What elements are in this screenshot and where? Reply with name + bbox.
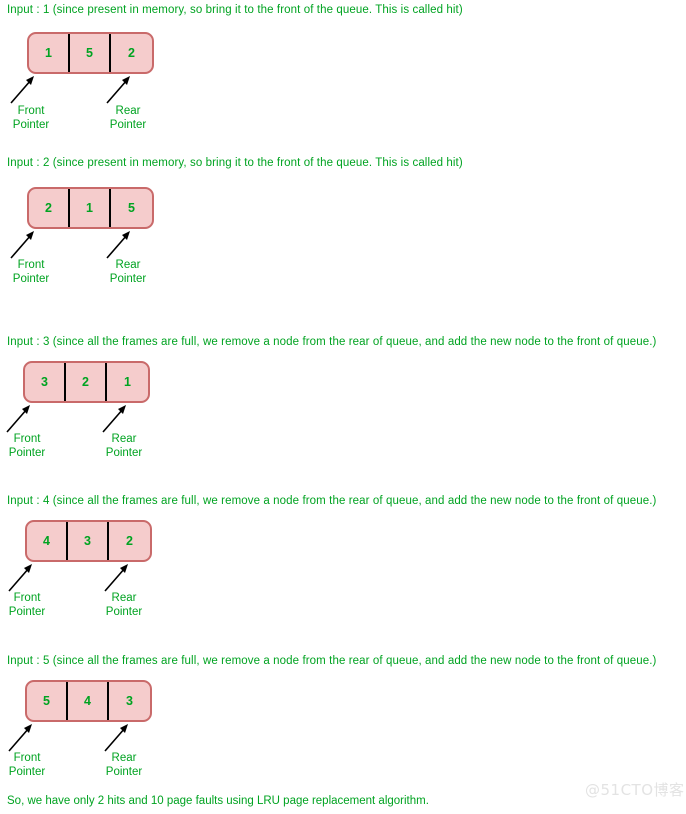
front-pointer-arrow: [6, 722, 36, 752]
rear-pointer-arrow: [102, 722, 132, 752]
step-caption-5: Input : 5 (since all the frames are full…: [7, 655, 657, 667]
rear-pointer-arrow: [100, 403, 130, 433]
queue-cell: 1: [29, 34, 70, 72]
rear-pointer-label: Rear Pointer: [99, 751, 149, 779]
rear-pointer-label-line2: Pointer: [105, 606, 143, 618]
rear-pointer-label: Rear Pointer: [99, 591, 149, 619]
front-pointer-label: Front Pointer: [6, 258, 56, 286]
queue-box-5: 5 4 3: [25, 680, 152, 722]
queue-cell: 2: [66, 363, 107, 401]
rear-pointer-label-line2: Pointer: [109, 119, 147, 131]
queue-cell: 4: [68, 682, 109, 720]
front-pointer-label-line1: Front: [17, 259, 45, 271]
step-caption-3: Input : 3 (since all the frames are full…: [7, 336, 657, 348]
queue-cell: 3: [126, 694, 133, 708]
rear-pointer-label-line1: Rear: [111, 592, 137, 604]
watermark-text: @51CTO博客: [585, 781, 685, 799]
queue-box-4: 4 3 2: [25, 520, 152, 562]
step-caption-4: Input : 4 (since all the frames are full…: [7, 495, 657, 507]
front-pointer-label-line1: Front: [13, 752, 41, 764]
queue-cell: 1: [124, 375, 131, 389]
front-pointer-arrow: [8, 74, 38, 104]
rear-pointer-label-line1: Rear: [115, 105, 141, 117]
rear-pointer-arrow: [104, 74, 134, 104]
queue-cell: 5: [128, 201, 135, 215]
rear-pointer-label-line1: Rear: [111, 752, 137, 764]
front-pointer-label-line1: Front: [13, 592, 41, 604]
queue-cell: 4: [27, 522, 68, 560]
rear-pointer-label-line2: Pointer: [105, 766, 143, 778]
front-pointer-arrow: [4, 403, 34, 433]
lru-queue-diagram: Input : 1 (since present in memory, so b…: [0, 0, 686, 814]
front-pointer-label-line2: Pointer: [8, 447, 46, 459]
front-pointer-label-line2: Pointer: [12, 273, 50, 285]
front-pointer-label-line2: Pointer: [8, 606, 46, 618]
queue-cell: 5: [27, 682, 68, 720]
queue-box-3: 3 2 1: [23, 361, 150, 403]
rear-pointer-arrow: [102, 562, 132, 592]
front-pointer-arrow: [8, 229, 38, 259]
rear-pointer-label-line1: Rear: [111, 433, 137, 445]
front-pointer-label: Front Pointer: [2, 591, 52, 619]
rear-pointer-arrow: [104, 229, 134, 259]
rear-pointer-label: Rear Pointer: [103, 104, 153, 132]
front-pointer-label-line2: Pointer: [12, 119, 50, 131]
front-pointer-label: Front Pointer: [2, 751, 52, 779]
queue-cell: 2: [128, 46, 135, 60]
front-pointer-label-line2: Pointer: [8, 766, 46, 778]
summary-text: So, we have only 2 hits and 10 page faul…: [7, 795, 429, 807]
rear-pointer-label: Rear Pointer: [103, 258, 153, 286]
queue-box-2: 2 1 5: [27, 187, 154, 229]
rear-pointer-label-line1: Rear: [115, 259, 141, 271]
step-caption-2: Input : 2 (since present in memory, so b…: [7, 157, 463, 169]
front-pointer-arrow: [6, 562, 36, 592]
front-pointer-label-line1: Front: [13, 433, 41, 445]
front-pointer-label: Front Pointer: [6, 104, 56, 132]
queue-cell: 1: [70, 189, 111, 227]
queue-cell: 2: [126, 534, 133, 548]
queue-cell: 3: [68, 522, 109, 560]
queue-cell: 2: [29, 189, 70, 227]
front-pointer-label-line1: Front: [17, 105, 45, 117]
queue-box-1: 1 5 2: [27, 32, 154, 74]
queue-cell: 3: [25, 363, 66, 401]
front-pointer-label: Front Pointer: [2, 432, 52, 460]
step-caption-1: Input : 1 (since present in memory, so b…: [7, 4, 463, 16]
rear-pointer-label-line2: Pointer: [109, 273, 147, 285]
rear-pointer-label: Rear Pointer: [99, 432, 149, 460]
queue-cell: 5: [70, 34, 111, 72]
rear-pointer-label-line2: Pointer: [105, 447, 143, 459]
